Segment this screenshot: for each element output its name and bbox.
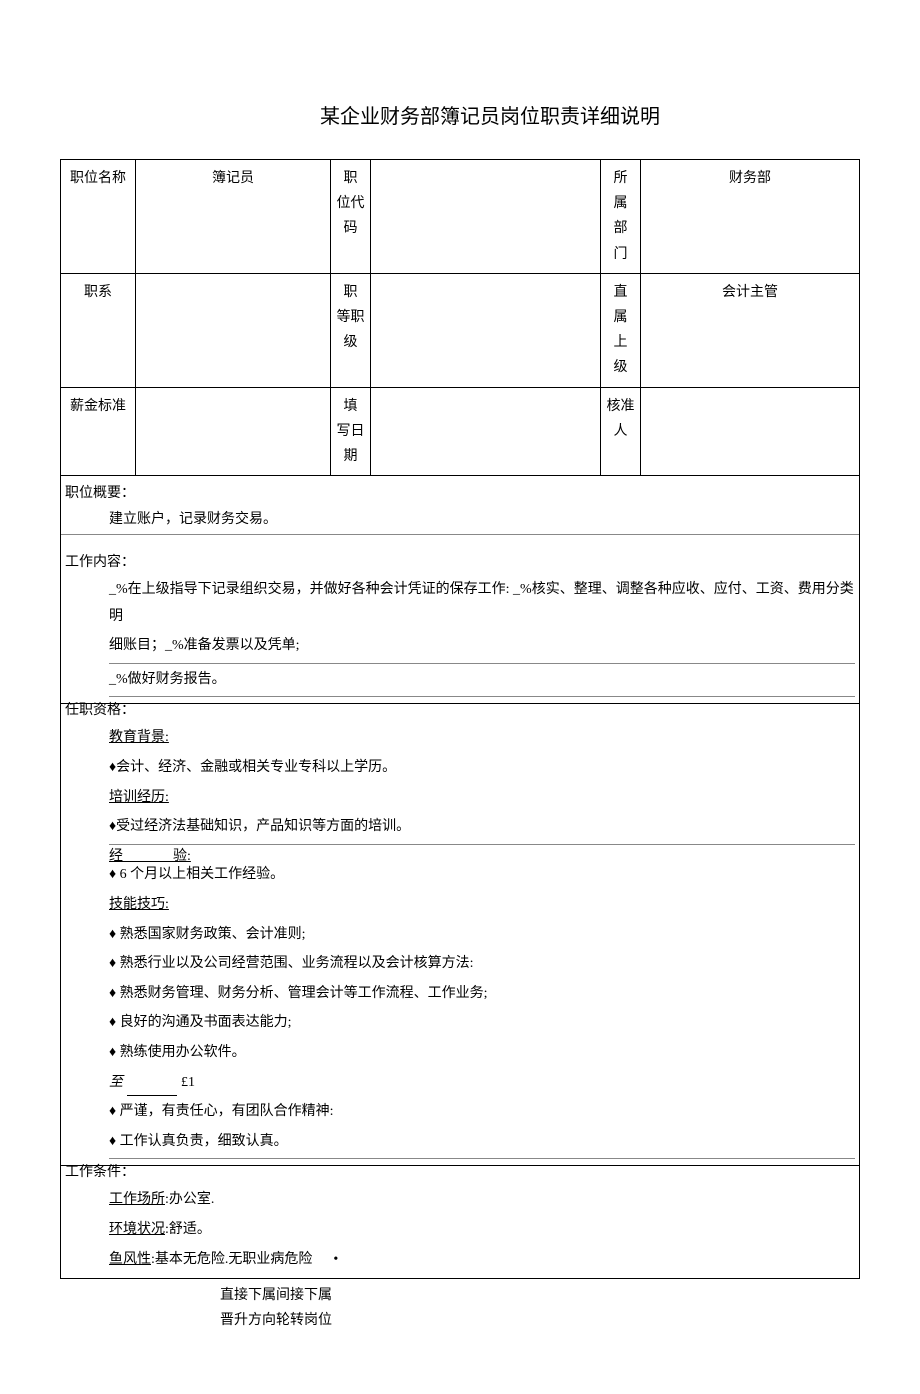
label-salary: 薪金标准 bbox=[61, 387, 136, 476]
work-content-body: _%在上级指导下记录组织交易，并做好各种会计凭证的保存工作: _%核实、整理、调… bbox=[61, 573, 859, 703]
skill-item-4: ♦ 良好的沟通及书面表达能力; bbox=[109, 1010, 855, 1040]
section-overview: 职位概要： 建立账户，记录财务交易。 工作内容： _%在上级指导下记录组织交易，… bbox=[60, 476, 860, 704]
value-supervisor: 会计主管 bbox=[641, 273, 860, 387]
value-fill-date bbox=[371, 387, 601, 476]
work-content-title: 工作内容： bbox=[61, 549, 859, 573]
education-item: ♦会计、经济、金融或相关专业专科以上学历。 bbox=[109, 755, 855, 785]
attitude-item-1: ♦ 严谨，有责任心，有团队合作精神: bbox=[109, 1099, 855, 1129]
label-department: 所 属 部 门 bbox=[601, 160, 641, 274]
label-position-code: 职 位代 码 bbox=[331, 160, 371, 274]
label-job-grade: 职 等职 级 bbox=[331, 273, 371, 387]
work-content-line1: _%在上级指导下记录组织交易，并做好各种会计凭证的保存工作: _%核实、整理、调… bbox=[109, 577, 855, 633]
overview-content: 建立账户，记录财务交易。 bbox=[61, 504, 859, 535]
footer-line-1: 直接下属间接下属 bbox=[220, 1283, 860, 1308]
work-condition-body: 工作场所:办公室. 环境状况:舒适。 鱼风性:基本无危险.无职业病危险 • bbox=[61, 1183, 859, 1278]
work-condition-title: 工作条件： bbox=[61, 1159, 859, 1183]
training-item: ♦受过经济法基础知识，产品知识等方面的培训。 bbox=[109, 814, 855, 845]
label-job-series: 职系 bbox=[61, 273, 136, 387]
label-fill-date: 填 写日 期 bbox=[331, 387, 371, 476]
skill-title: 技能技巧: bbox=[109, 892, 855, 922]
attitude-item-2: ♦ 工作认真负责，细致认真。 bbox=[109, 1129, 855, 1160]
label-supervisor: 直 属 上 级 bbox=[601, 273, 641, 387]
section-work-condition: 工作条件： 工作场所:办公室. 环境状况:舒适。 鱼风性:基本无危险.无职业病危… bbox=[60, 1159, 860, 1279]
value-department: 财务部 bbox=[641, 160, 860, 274]
risk-line: 鱼风性:基本无危险.无职业病危险 • bbox=[109, 1247, 855, 1277]
attitude-title: 至£1 bbox=[109, 1070, 855, 1100]
skill-item-5: ♦ 熟练使用办公软件。 bbox=[109, 1040, 855, 1070]
qualification-body: 教育背景: ♦会计、经济、金融或相关专业专科以上学历。 培训经历: ♦受过经济法… bbox=[61, 721, 859, 1165]
label-approver: 核准 人 bbox=[601, 387, 641, 476]
footer-line-2: 晋升方向轮转岗位 bbox=[220, 1308, 860, 1333]
header-row-2: 职系 职 等职 级 直 属 上 级 会计主管 bbox=[61, 273, 860, 387]
training-title: 培训经历: bbox=[109, 785, 855, 815]
value-salary bbox=[136, 387, 331, 476]
overview-title: 职位概要： bbox=[61, 480, 859, 504]
qualification-title: 任职资格： bbox=[61, 697, 859, 721]
value-position-code bbox=[371, 160, 601, 274]
skill-item-3: ♦ 熟悉财务管理、财务分析、管理会计等工作流程、工作业务; bbox=[109, 981, 855, 1011]
document-title: 某企业财务部簿记员岗位职责详细说明 bbox=[60, 100, 860, 129]
value-approver bbox=[641, 387, 860, 476]
skill-item-1: ♦ 熟悉国家财务政策、会计准则; bbox=[109, 922, 855, 952]
work-content-line2: 细账目；_%准备发票以及凭单; bbox=[109, 633, 855, 664]
value-job-grade bbox=[371, 273, 601, 387]
work-content-line3: _%做好财务报告。 bbox=[109, 667, 855, 698]
header-row-3: 薪金标准 填 写日 期 核准 人 bbox=[61, 387, 860, 476]
environment-line: 环境状况:舒适。 bbox=[109, 1217, 855, 1247]
header-info-table: 职位名称 簿记员 职 位代 码 所 属 部 门 财务部 职系 职 等职 级 直 … bbox=[60, 159, 860, 476]
section-qualification: 任职资格： 教育背景: ♦会计、经济、金融或相关专业专科以上学历。 培训经历: … bbox=[60, 697, 860, 1166]
header-row-1: 职位名称 簿记员 职 位代 码 所 属 部 门 财务部 bbox=[61, 160, 860, 274]
value-position-name: 簿记员 bbox=[136, 160, 331, 274]
footer-lines: 直接下属间接下属 晋升方向轮转岗位 bbox=[60, 1283, 860, 1333]
skill-item-2: ♦ 熟悉行业以及公司经营范围、业务流程以及会计核算方法: bbox=[109, 951, 855, 981]
education-title: 教育背景: bbox=[109, 725, 855, 755]
label-position-name: 职位名称 bbox=[61, 160, 136, 274]
workplace-line: 工作场所:办公室. bbox=[109, 1187, 855, 1217]
value-job-series bbox=[136, 273, 331, 387]
experience-item: ♦ 6 个月以上相关工作经验。 bbox=[109, 862, 855, 892]
